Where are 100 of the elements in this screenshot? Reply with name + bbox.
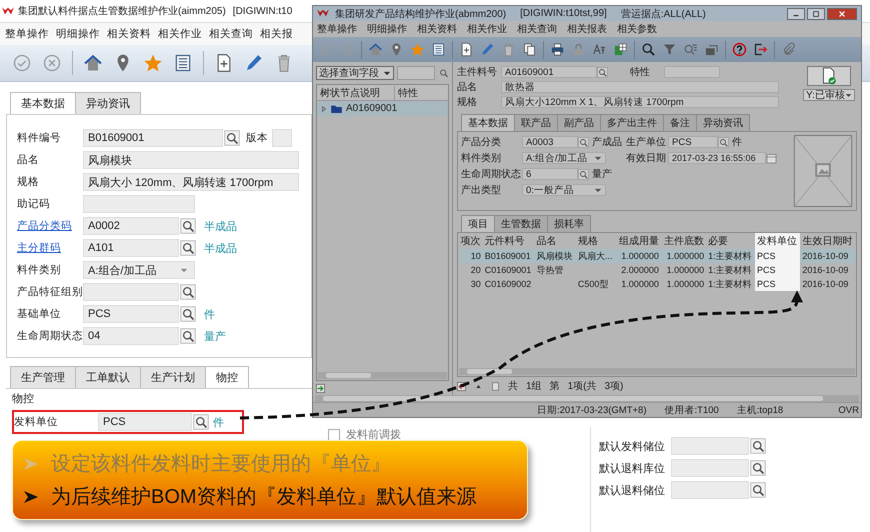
lookup-button[interactable]: [578, 136, 589, 148]
input-field[interactable]: 风扇模块: [83, 151, 299, 169]
lookup-button[interactable]: [193, 414, 209, 430]
tab[interactable]: 基本数据: [461, 114, 515, 131]
input-field[interactable]: A01609001: [501, 66, 597, 78]
menu-item[interactable]: 相关作业: [158, 27, 202, 41]
minimize-button[interactable]: [787, 8, 805, 20]
new-document-icon[interactable]: [459, 42, 474, 57]
input-field[interactable]: PCS: [668, 136, 718, 148]
lookup-button[interactable]: [180, 240, 196, 256]
horizontal-scrollbar[interactable]: [318, 372, 447, 379]
tab[interactable]: 备注: [663, 114, 697, 131]
tree-row[interactable]: A01609001: [317, 101, 448, 116]
menu-item[interactable]: 明细操作: [56, 27, 100, 41]
input-field[interactable]: PCS: [83, 305, 179, 323]
field-link[interactable]: 产品分类码: [17, 219, 83, 233]
menu-item[interactable]: 整单操作: [317, 22, 357, 36]
date-field[interactable]: 2017-03-23 16:55:06: [668, 152, 766, 164]
filter-icon[interactable]: [662, 42, 677, 57]
tab[interactable]: 异动资讯: [75, 92, 141, 114]
lookup-button[interactable]: [180, 328, 196, 344]
tab[interactable]: 基本数据: [10, 92, 76, 114]
search-icon[interactable]: [641, 42, 656, 57]
tab[interactable]: 生产计划: [140, 366, 206, 388]
input-field[interactable]: 风扇大小120mm X 1、风扇转速 1700rpm: [501, 96, 779, 108]
checkbox[interactable]: [328, 428, 340, 440]
search-field[interactable]: [396, 66, 435, 80]
menu-item[interactable]: 相关报表: [567, 22, 607, 36]
cancel-icon[interactable]: [42, 53, 62, 73]
calendar-icon[interactable]: [766, 152, 777, 164]
menu-item[interactable]: 相关作业: [467, 22, 507, 36]
table-row[interactable]: 20 C01609001 导热管 2.000000 1.000000 1:主要材料 PCS 2016-10-09: [458, 263, 856, 277]
document-icon[interactable]: [491, 382, 500, 390]
query-dropdown[interactable]: 选择查询字段: [316, 66, 394, 80]
lookup-button[interactable]: [578, 168, 589, 180]
star-icon[interactable]: [410, 42, 425, 57]
dropdown[interactable]: A:组合/加工品: [522, 152, 606, 164]
menu-item[interactable]: 明细操作: [367, 22, 407, 36]
search-list-icon[interactable]: [683, 42, 698, 57]
menu-item[interactable]: 相关查询: [209, 27, 253, 41]
lookup-button[interactable]: [750, 438, 766, 454]
list-icon[interactable]: [431, 42, 446, 57]
input-field[interactable]: PCS: [98, 413, 192, 431]
printer-icon[interactable]: [550, 42, 565, 57]
search-icon[interactable]: [438, 67, 449, 79]
paperclip-icon[interactable]: [781, 42, 796, 57]
lookup-button[interactable]: [718, 136, 729, 148]
lookup-button[interactable]: [750, 460, 766, 476]
confirm-icon[interactable]: [12, 53, 32, 73]
input-field[interactable]: 04: [83, 327, 179, 345]
tab[interactable]: 副产品: [557, 114, 601, 131]
maximize-button[interactable]: [807, 8, 825, 20]
horizontal-scrollbar[interactable]: [315, 395, 859, 402]
tab[interactable]: 工单默认: [75, 366, 141, 388]
input-field[interactable]: A0003: [522, 136, 578, 148]
enter-icon[interactable]: [316, 384, 325, 393]
menu-item[interactable]: 整单操作: [5, 27, 49, 41]
spreadsheet-icon[interactable]: [613, 42, 628, 57]
horizontal-scrollbar[interactable]: [459, 368, 855, 375]
tab[interactable]: 物控: [205, 366, 249, 388]
lookup-button[interactable]: [597, 66, 608, 78]
pencil-icon[interactable]: [244, 53, 264, 73]
close-button[interactable]: [827, 8, 857, 20]
input-field[interactable]: A0002: [83, 217, 179, 235]
input-field[interactable]: B01609001: [83, 129, 223, 147]
lookup-button[interactable]: [180, 284, 196, 300]
star-icon[interactable]: [143, 53, 163, 73]
list-icon[interactable]: [173, 53, 193, 73]
menu-item[interactable]: 相关资料: [417, 22, 457, 36]
help-icon[interactable]: [732, 42, 747, 57]
table-row[interactable]: 10 B01609001 风扇模块 风扇大... 1.000000 1.000000 1:主要材料 PCS 2016-10-09: [458, 249, 856, 263]
status-dropdown[interactable]: Y:已审核: [803, 89, 855, 101]
exit-icon[interactable]: [753, 42, 768, 57]
input-field[interactable]: [664, 66, 720, 78]
expand-caret-icon[interactable]: [321, 106, 327, 112]
tab[interactable]: 异动资讯: [696, 114, 750, 131]
input-field[interactable]: 6: [522, 168, 578, 180]
input-field[interactable]: 风扇大小 120mm、风扇转速 1700rpm: [83, 173, 299, 191]
home-icon[interactable]: [368, 42, 383, 57]
lookup-button[interactable]: [750, 482, 766, 498]
tab[interactable]: 损耗率: [547, 215, 591, 232]
menu-item[interactable]: 相关报: [260, 27, 293, 41]
table-row[interactable]: 30 C01609002 C500型 1.000000 1.000000 1:主要材料 PCS 2016-10-09: [458, 277, 856, 291]
menu-item[interactable]: 相关参数: [617, 22, 657, 36]
home-icon[interactable]: [83, 53, 103, 73]
tab[interactable]: 联产品: [514, 114, 558, 131]
menu-item[interactable]: 相关资料: [107, 27, 151, 41]
status-button[interactable]: [807, 66, 851, 86]
tab[interactable]: 项目: [461, 215, 495, 232]
dropdown[interactable]: 0:一般产品: [522, 184, 606, 196]
tab[interactable]: 生管数据: [494, 215, 548, 232]
lookup-button[interactable]: [180, 218, 196, 234]
dropdown[interactable]: A:组合/加工品: [83, 261, 195, 279]
copy-icon[interactable]: [522, 42, 537, 57]
tab[interactable]: 多产出主件: [600, 114, 664, 131]
lookup-button[interactable]: [180, 306, 196, 322]
field-link[interactable]: 主分群码: [17, 241, 83, 255]
input-field[interactable]: A101: [83, 239, 179, 257]
menu-item[interactable]: 相关查询: [517, 22, 557, 36]
lookup-button[interactable]: [224, 130, 240, 146]
